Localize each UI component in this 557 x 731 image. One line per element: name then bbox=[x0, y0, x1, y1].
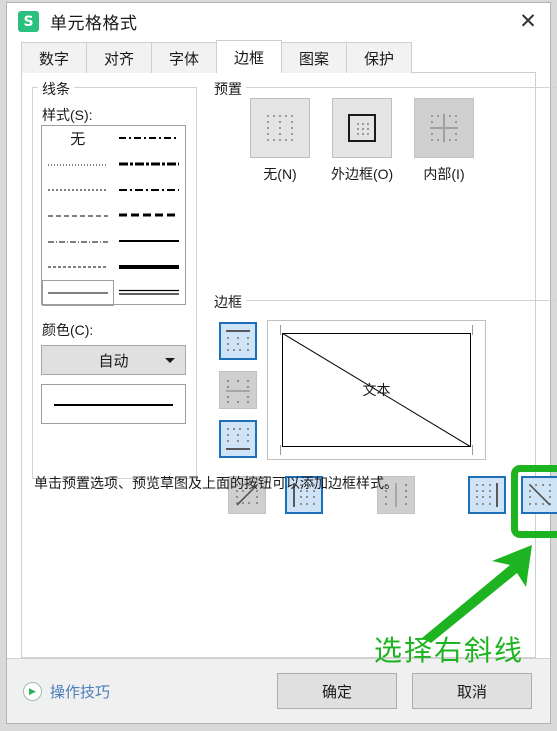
border-top-icon bbox=[225, 328, 251, 354]
border-horizontal-icon bbox=[225, 377, 251, 403]
line-style-dash[interactable] bbox=[42, 203, 114, 229]
preset-none[interactable]: 无(N) bbox=[250, 98, 310, 184]
tab-number[interactable]: 数字 bbox=[21, 42, 87, 73]
tab-protection[interactable]: 保护 bbox=[346, 42, 412, 73]
line-style-solid-thick[interactable] bbox=[114, 254, 186, 280]
border-bottom-button[interactable] bbox=[219, 420, 257, 458]
preset-group-divider bbox=[244, 87, 557, 88]
border-preview-cell: 文本 bbox=[282, 333, 471, 447]
line-preview-box bbox=[41, 384, 186, 424]
tab-bar: 数字 对齐 字体 边框 图案 保护 bbox=[7, 40, 550, 73]
ok-button[interactable]: 确定 bbox=[277, 673, 397, 709]
tab-alignment[interactable]: 对齐 bbox=[86, 42, 152, 73]
line-style-dash-dot[interactable] bbox=[42, 229, 114, 255]
preset-none-button[interactable] bbox=[250, 98, 310, 158]
annotation-highlight-rect bbox=[511, 465, 557, 538]
line-style-solid-thin-selected[interactable] bbox=[42, 280, 114, 306]
preset-none-label: 无(N) bbox=[263, 166, 297, 182]
line-style-dotted[interactable] bbox=[42, 152, 114, 178]
dotted-grid-icon bbox=[267, 115, 293, 141]
line-color-value: 自动 bbox=[98, 352, 129, 370]
line-color-dropdown[interactable]: 自动 bbox=[41, 345, 186, 375]
line-style-fine-dash[interactable] bbox=[42, 177, 114, 203]
color-label: 颜色(C): bbox=[42, 322, 94, 338]
line-style-none[interactable]: 无 bbox=[42, 126, 114, 152]
cell-format-dialog: S 单元格格式 ✕ 数字 对齐 字体 边框 图案 保护 线条 样式(S): 无 bbox=[6, 2, 557, 724]
preset-outline-button[interactable] bbox=[332, 98, 393, 158]
cancel-button[interactable]: 取消 bbox=[412, 673, 532, 709]
line-style-double[interactable] bbox=[114, 280, 186, 306]
border-hint-text: 单击预置选项、预览草图及上面的按钮可以添加边框样式。 bbox=[34, 475, 398, 491]
border-group-divider bbox=[244, 300, 557, 301]
line-style-dash-dot-thick[interactable] bbox=[114, 126, 186, 152]
annotation-arrow-icon bbox=[422, 545, 532, 643]
line-style-list[interactable]: 无 bbox=[41, 125, 186, 306]
border-group-title: 边框 bbox=[210, 292, 246, 312]
line-style-dash-thick[interactable] bbox=[114, 203, 186, 229]
preset-inside[interactable]: 内部(I) bbox=[414, 98, 474, 184]
line-preview-sample bbox=[54, 404, 173, 406]
line-style-dash-dot-medium[interactable] bbox=[114, 177, 186, 203]
border-tab-panel: 线条 样式(S): 无 颜色(C): 自动 预置 无(N) 外边框(O) 内部(… bbox=[21, 73, 557, 666]
preset-group-title: 预置 bbox=[210, 79, 246, 99]
preset-inside-button[interactable] bbox=[414, 98, 474, 158]
preset-outline[interactable]: 外边框(O) bbox=[331, 98, 393, 184]
line-style-dash-small[interactable] bbox=[42, 254, 114, 280]
border-preview-pane[interactable]: 文本 bbox=[267, 320, 486, 460]
line-group-title: 线条 bbox=[38, 79, 74, 99]
dialog-title-bar: S 单元格格式 ✕ bbox=[7, 3, 550, 40]
dialog-title: 单元格格式 bbox=[50, 14, 138, 33]
close-icon[interactable]: ✕ bbox=[506, 3, 550, 40]
line-style-dash-dot-dot-thick[interactable] bbox=[114, 152, 186, 178]
line-style-column-thick bbox=[114, 126, 186, 304]
preview-text: 文本 bbox=[362, 382, 391, 398]
line-style-column-thin: 无 bbox=[42, 126, 114, 306]
inner-dots-icon bbox=[357, 123, 370, 135]
tab-font[interactable]: 字体 bbox=[151, 42, 217, 73]
play-circle-icon: ▶ bbox=[23, 681, 42, 701]
border-horizontal-button[interactable] bbox=[219, 371, 257, 409]
chevron-down-icon bbox=[165, 358, 175, 363]
preset-outline-label: 外边框(O) bbox=[331, 166, 394, 182]
border-top-button[interactable] bbox=[219, 322, 257, 360]
preset-inside-label: 内部(I) bbox=[423, 166, 465, 182]
tab-border[interactable]: 边框 bbox=[216, 40, 282, 73]
tips-label: 操作技巧 bbox=[50, 683, 111, 701]
tab-pattern[interactable]: 图案 bbox=[281, 42, 347, 73]
style-label: 样式(S): bbox=[42, 107, 93, 123]
app-logo-icon: S bbox=[18, 11, 39, 32]
tips-link[interactable]: ▶ 操作技巧 bbox=[23, 681, 110, 702]
annotation-text: 选择右斜线 bbox=[374, 635, 525, 666]
line-style-solid-medium[interactable] bbox=[114, 229, 186, 255]
border-bottom-icon bbox=[225, 426, 251, 452]
